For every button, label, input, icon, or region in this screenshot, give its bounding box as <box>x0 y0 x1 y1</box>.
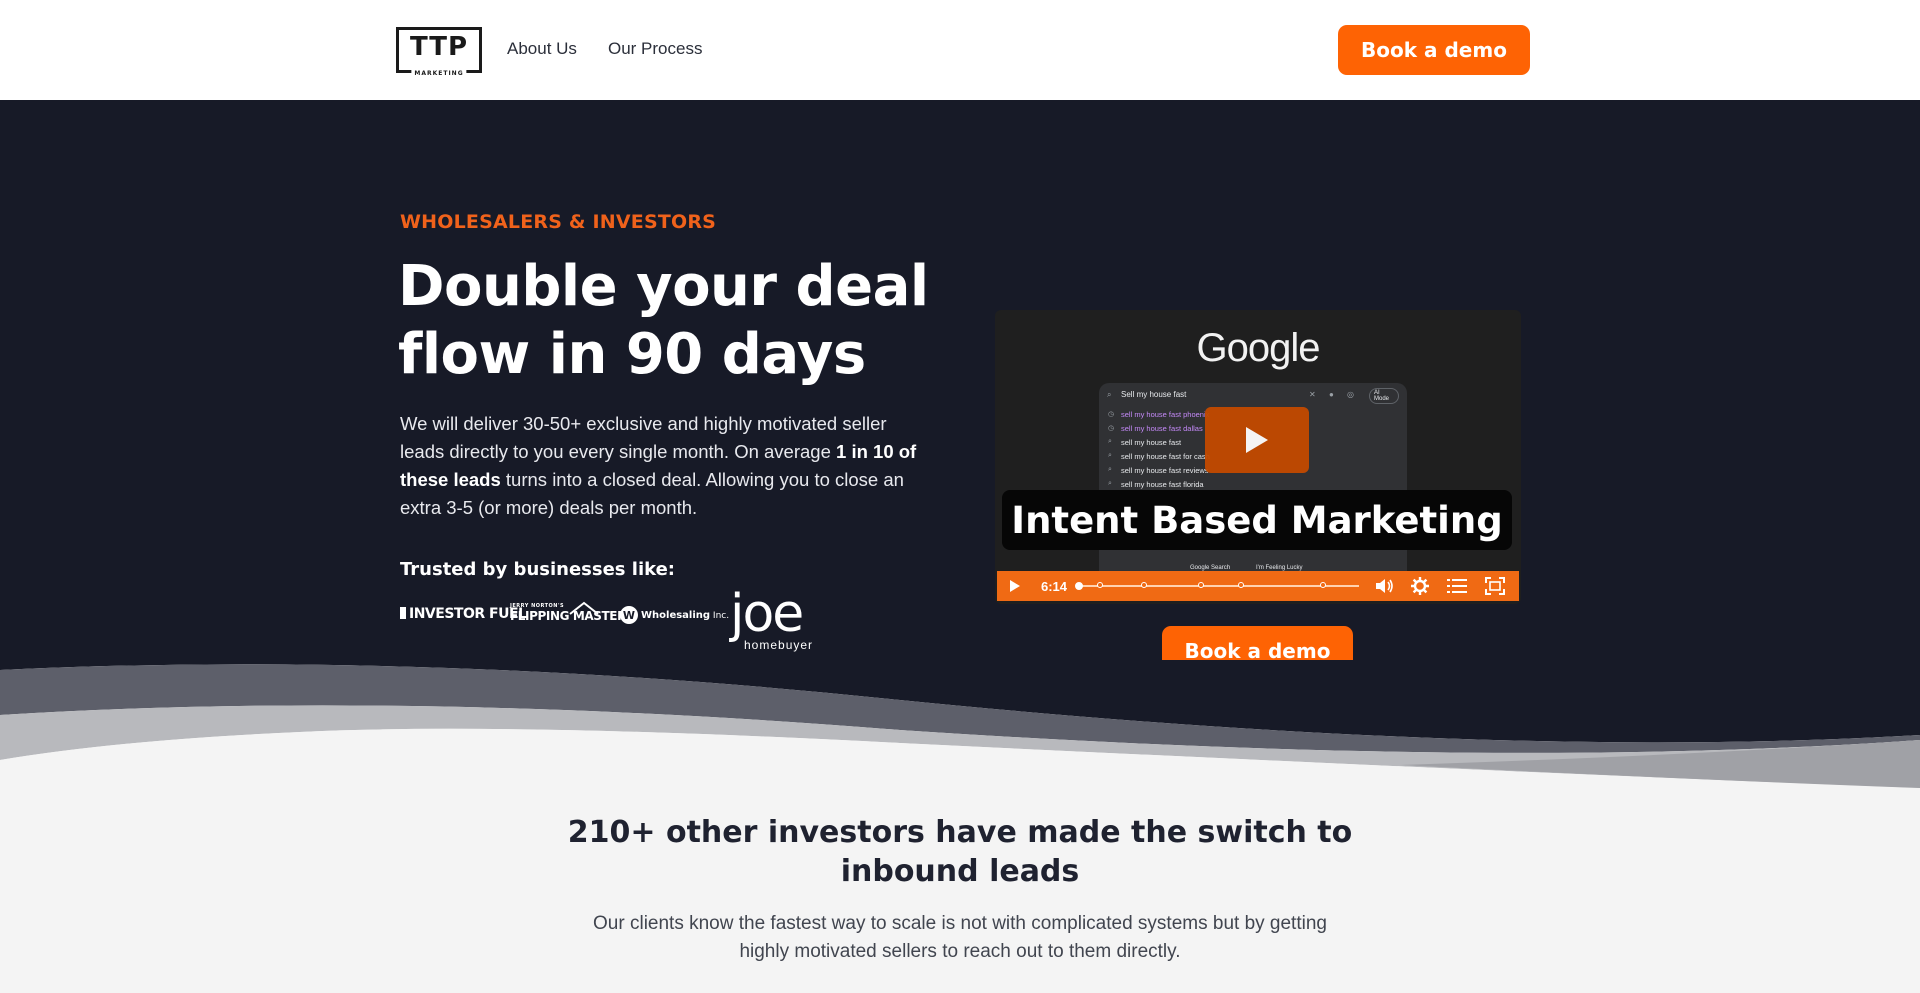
scrubber-handle[interactable] <box>1075 582 1083 590</box>
search-icon: ⌕ <box>1108 452 1112 459</box>
play-icon[interactable] <box>1009 579 1021 593</box>
suggestion-item: ⌕ sell my house fast for cash <box>1108 452 1210 461</box>
top-nav: TTP MARKETING About Us Our Process Book … <box>0 0 1920 100</box>
nav-link-our-process[interactable]: Our Process <box>608 39 702 59</box>
google-logo: Google <box>1196 326 1321 370</box>
ai-mode-chip: AI Mode <box>1369 388 1399 404</box>
google-search-bar: ⌕ Sell my house fast ✕ ● ◎ AI Mode <box>1107 388 1399 404</box>
search-icon: ⌕ <box>1108 480 1112 487</box>
volume-icon[interactable] <box>1374 577 1394 595</box>
investor-fuel-text: INVESTOR FUEL <box>409 606 527 622</box>
suggestion-text: sell my house fast reviews <box>1121 466 1209 475</box>
nav-book-demo-button[interactable]: Book a demo <box>1338 25 1530 75</box>
video-overlay-title: Intent Based Marketing <box>1002 490 1512 550</box>
mic-icon: ● <box>1329 390 1334 399</box>
history-icon: ◷ <box>1108 411 1115 418</box>
nav-link-about-us[interactable]: About Us <box>507 39 577 59</box>
video-scrubber[interactable] <box>1075 582 1359 590</box>
video-controls: 6:14 <box>997 571 1519 601</box>
suggestion-text: sell my house fast for cash <box>1121 452 1210 461</box>
wholesaling-suffix: Inc. <box>710 611 730 621</box>
wholesaling-name: Wholesaling <box>641 610 711 621</box>
search-icon: ⌕ <box>1108 438 1112 445</box>
wholesaling-inc-logo: W Wholesaling Inc. <box>620 606 729 624</box>
video-duration: 6:14 <box>1041 579 1068 594</box>
hero-headline: Double your deal flow in 90 days <box>398 254 929 387</box>
chapters-list-icon[interactable] <box>1447 578 1467 594</box>
play-button[interactable] <box>1205 407 1309 473</box>
wholesaling-mark-icon: W <box>620 606 638 624</box>
fullscreen-icon[interactable] <box>1485 577 1505 595</box>
joe-logo-small: homebuyer <box>744 638 814 652</box>
suggestion-item: ◷ sell my house fast phoenix <box>1108 410 1210 419</box>
hero-body-part1: We will deliver 30-50+ exclusive and hig… <box>400 413 887 462</box>
search-icon: ⌕ <box>1107 390 1112 399</box>
chapter-marker <box>1238 582 1244 588</box>
suggestion-text: sell my house fast phoenix <box>1121 410 1210 419</box>
flipping-mastery-logo: JERRY NORTON'S FLIPPING MASTERY <box>510 601 634 623</box>
joe-homebuyer-logo: joe homebuyer <box>730 584 825 654</box>
chapter-marker <box>1320 582 1326 588</box>
trusted-label: Trusted by businesses like: <box>400 559 676 580</box>
video-player[interactable]: Google ⌕ Sell my house fast ✕ ● ◎ AI Mod… <box>995 310 1521 604</box>
suggestion-item: ⌕ sell my house fast florida <box>1108 480 1204 489</box>
lens-icon: ◎ <box>1347 390 1354 399</box>
logo-subtext: MARKETING <box>411 70 467 77</box>
section-subtitle: Our clients know the fastest way to scal… <box>593 913 1327 962</box>
suggestion-text: sell my house fast <box>1121 438 1182 447</box>
building-icon <box>400 607 406 619</box>
clear-icon: ✕ <box>1309 390 1316 399</box>
suggestion-text: sell my house fast dallas <box>1121 424 1203 433</box>
ttp-logo[interactable]: TTP MARKETING <box>396 27 482 77</box>
history-icon: ◷ <box>1108 425 1115 432</box>
joe-logo-big: joe <box>730 584 804 644</box>
investor-fuel-logo: INVESTOR FUEL <box>400 606 527 622</box>
suggestion-text: sell my house fast florida <box>1121 480 1204 489</box>
chapter-marker <box>1097 582 1103 588</box>
play-icon <box>1246 427 1268 453</box>
settings-gear-icon[interactable] <box>1411 577 1429 595</box>
suggestion-item: ⌕ sell my house fast <box>1108 438 1182 447</box>
suggestion-item: ⌕ sell my house fast reviews <box>1108 466 1209 475</box>
logo-text: TTP <box>409 32 469 62</box>
roof-icon <box>569 601 599 615</box>
chapter-marker <box>1198 582 1204 588</box>
hero-eyebrow: WHOLESALERS & INVESTORS <box>400 211 717 233</box>
section-title: 210+ other investors have made the switc… <box>567 815 1353 889</box>
search-icon: ⌕ <box>1108 466 1112 473</box>
search-query: Sell my house fast <box>1121 390 1187 399</box>
wave-divider <box>0 660 1920 800</box>
chapter-marker <box>1141 582 1147 588</box>
suggestion-item: ◷ sell my house fast dallas <box>1108 424 1203 433</box>
hero-body: We will deliver 30-50+ exclusive and hig… <box>400 410 930 522</box>
